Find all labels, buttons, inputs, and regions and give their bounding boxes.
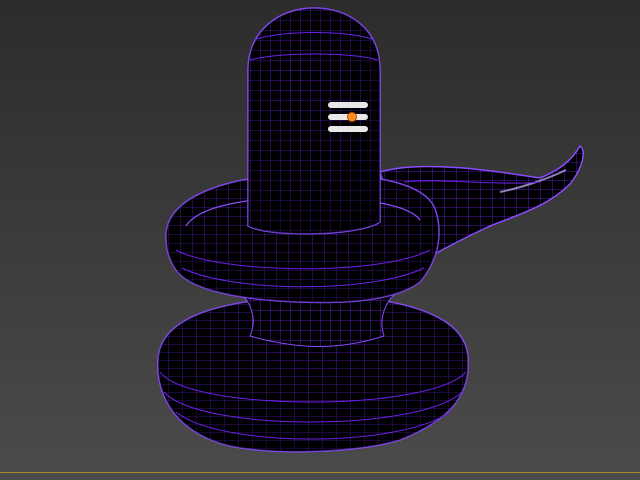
tilak-dot <box>347 112 357 122</box>
3d-viewport[interactable] <box>0 0 640 480</box>
tilak-marks <box>328 102 368 132</box>
viewport-active-border <box>0 472 640 473</box>
tilak-stripe-bottom <box>328 126 368 132</box>
lingam-shaft <box>247 7 381 235</box>
tilak-stripe-top <box>328 102 368 108</box>
viewport-canvas[interactable] <box>0 0 640 480</box>
